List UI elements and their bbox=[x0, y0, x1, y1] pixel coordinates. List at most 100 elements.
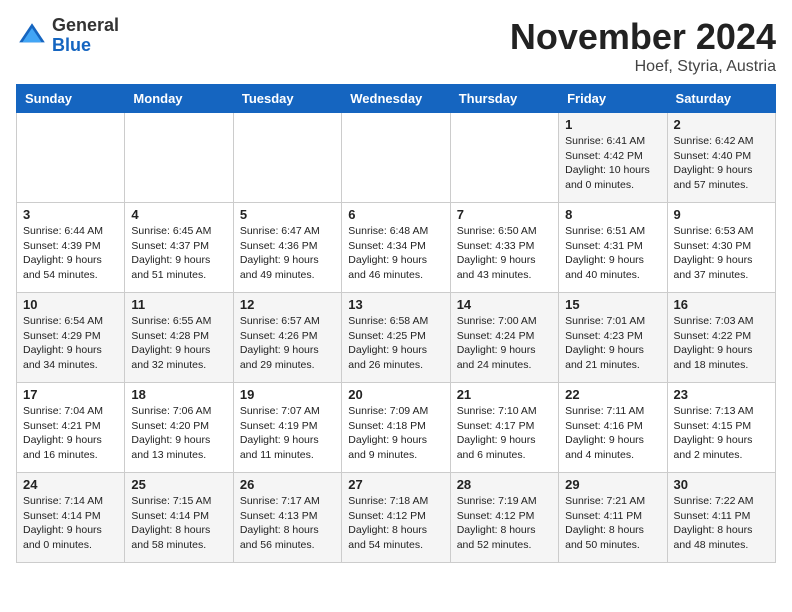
day-cell: 16 Sunrise: 7:03 AM Sunset: 4:22 PM Dayli… bbox=[667, 293, 775, 383]
day-detail: Sunrise: 7:10 AM Sunset: 4:17 PM Dayligh… bbox=[457, 404, 552, 463]
day-number: 17 bbox=[23, 387, 118, 402]
day-detail: Sunrise: 6:47 AM Sunset: 4:36 PM Dayligh… bbox=[240, 224, 335, 283]
week-row-1: 1Sunrise: 6:41 AM Sunset: 4:42 PM Daylig… bbox=[17, 113, 776, 203]
header-tuesday: Tuesday bbox=[233, 85, 341, 113]
day-number: 15 bbox=[565, 297, 660, 312]
day-number: 21 bbox=[457, 387, 552, 402]
day-number: 4 bbox=[131, 207, 226, 222]
day-cell: 30 Sunrise: 7:22 AM Sunset: 4:11 PM Dayli… bbox=[667, 473, 775, 563]
day-cell: 24 Sunrise: 7:14 AM Sunset: 4:14 PM Dayli… bbox=[17, 473, 125, 563]
day-cell: 10Sunrise: 6:54 AM Sunset: 4:29 PM Dayli… bbox=[17, 293, 125, 383]
day-cell: 23Sunrise: 7:13 AM Sunset: 4:15 PM Dayli… bbox=[667, 383, 775, 473]
day-detail: Sunrise: 6:50 AM Sunset: 4:33 PM Dayligh… bbox=[457, 224, 552, 283]
day-cell bbox=[342, 113, 450, 203]
day-cell: 28 Sunrise: 7:19 AM Sunset: 4:12 PM Dayli… bbox=[450, 473, 558, 563]
day-detail: Sunrise: 6:45 AM Sunset: 4:37 PM Dayligh… bbox=[131, 224, 226, 283]
day-detail: Sunrise: 7:22 AM Sunset: 4:11 PM Dayligh… bbox=[674, 494, 769, 553]
day-number: 24 bbox=[23, 477, 118, 492]
day-cell: 26 Sunrise: 7:17 AM Sunset: 4:13 PM Dayli… bbox=[233, 473, 341, 563]
day-number: 14 bbox=[457, 297, 552, 312]
day-number: 28 bbox=[457, 477, 552, 492]
header-monday: Monday bbox=[125, 85, 233, 113]
header-saturday: Saturday bbox=[667, 85, 775, 113]
day-number: 29 bbox=[565, 477, 660, 492]
day-detail: Sunrise: 7:17 AM Sunset: 4:13 PM Dayligh… bbox=[240, 494, 335, 553]
day-number: 27 bbox=[348, 477, 443, 492]
day-number: 2 bbox=[674, 117, 769, 132]
day-detail: Sunrise: 6:53 AM Sunset: 4:30 PM Dayligh… bbox=[674, 224, 769, 283]
day-number: 18 bbox=[131, 387, 226, 402]
day-detail: Sunrise: 6:51 AM Sunset: 4:31 PM Dayligh… bbox=[565, 224, 660, 283]
day-number: 8 bbox=[565, 207, 660, 222]
day-cell bbox=[450, 113, 558, 203]
day-cell bbox=[233, 113, 341, 203]
day-detail: Sunrise: 7:03 AM Sunset: 4:22 PM Dayligh… bbox=[674, 314, 769, 373]
day-cell: 27 Sunrise: 7:18 AM Sunset: 4:12 PM Dayli… bbox=[342, 473, 450, 563]
day-cell: 17 Sunrise: 7:04 AM Sunset: 4:21 PM Dayli… bbox=[17, 383, 125, 473]
day-cell: 7 Sunrise: 6:50 AM Sunset: 4:33 PM Daylig… bbox=[450, 203, 558, 293]
day-detail: Sunrise: 7:00 AM Sunset: 4:24 PM Dayligh… bbox=[457, 314, 552, 373]
week-row-3: 10Sunrise: 6:54 AM Sunset: 4:29 PM Dayli… bbox=[17, 293, 776, 383]
logo-general: General bbox=[52, 16, 119, 36]
day-cell: 8 Sunrise: 6:51 AM Sunset: 4:31 PM Daylig… bbox=[559, 203, 667, 293]
day-detail: Sunrise: 7:21 AM Sunset: 4:11 PM Dayligh… bbox=[565, 494, 660, 553]
day-number: 26 bbox=[240, 477, 335, 492]
day-number: 13 bbox=[348, 297, 443, 312]
title-area: November 2024 Hoef, Styria, Austria bbox=[510, 16, 776, 76]
logo-icon bbox=[16, 20, 48, 52]
day-number: 11 bbox=[131, 297, 226, 312]
calendar-table: SundayMondayTuesdayWednesdayThursdayFrid… bbox=[16, 84, 776, 563]
logo-blue: Blue bbox=[52, 36, 119, 56]
day-detail: Sunrise: 7:04 AM Sunset: 4:21 PM Dayligh… bbox=[23, 404, 118, 463]
day-detail: Sunrise: 7:14 AM Sunset: 4:14 PM Dayligh… bbox=[23, 494, 118, 553]
day-cell: 25Sunrise: 7:15 AM Sunset: 4:14 PM Dayli… bbox=[125, 473, 233, 563]
day-number: 1 bbox=[565, 117, 660, 132]
day-detail: Sunrise: 7:06 AM Sunset: 4:20 PM Dayligh… bbox=[131, 404, 226, 463]
day-cell: 29 Sunrise: 7:21 AM Sunset: 4:11 PM Dayli… bbox=[559, 473, 667, 563]
week-row-4: 17 Sunrise: 7:04 AM Sunset: 4:21 PM Dayli… bbox=[17, 383, 776, 473]
header: General Blue November 2024 Hoef, Styria,… bbox=[16, 16, 776, 76]
header-wednesday: Wednesday bbox=[342, 85, 450, 113]
day-number: 7 bbox=[457, 207, 552, 222]
day-detail: Sunrise: 7:09 AM Sunset: 4:18 PM Dayligh… bbox=[348, 404, 443, 463]
day-number: 22 bbox=[565, 387, 660, 402]
day-detail: Sunrise: 7:11 AM Sunset: 4:16 PM Dayligh… bbox=[565, 404, 660, 463]
day-cell: 15 Sunrise: 7:01 AM Sunset: 4:23 PM Dayli… bbox=[559, 293, 667, 383]
day-detail: Sunrise: 7:13 AM Sunset: 4:15 PM Dayligh… bbox=[674, 404, 769, 463]
month-title: November 2024 bbox=[510, 16, 776, 58]
day-detail: Sunrise: 7:19 AM Sunset: 4:12 PM Dayligh… bbox=[457, 494, 552, 553]
day-detail: Sunrise: 6:58 AM Sunset: 4:25 PM Dayligh… bbox=[348, 314, 443, 373]
day-number: 16 bbox=[674, 297, 769, 312]
day-detail: Sunrise: 7:01 AM Sunset: 4:23 PM Dayligh… bbox=[565, 314, 660, 373]
day-detail: Sunrise: 6:57 AM Sunset: 4:26 PM Dayligh… bbox=[240, 314, 335, 373]
day-number: 19 bbox=[240, 387, 335, 402]
day-cell: 12 Sunrise: 6:57 AM Sunset: 4:26 PM Dayli… bbox=[233, 293, 341, 383]
day-cell: 14 Sunrise: 7:00 AM Sunset: 4:24 PM Dayli… bbox=[450, 293, 558, 383]
day-number: 10 bbox=[23, 297, 118, 312]
day-number: 25 bbox=[131, 477, 226, 492]
header-thursday: Thursday bbox=[450, 85, 558, 113]
day-detail: Sunrise: 6:48 AM Sunset: 4:34 PM Dayligh… bbox=[348, 224, 443, 283]
day-cell: 19Sunrise: 7:07 AM Sunset: 4:19 PM Dayli… bbox=[233, 383, 341, 473]
header-sunday: Sunday bbox=[17, 85, 125, 113]
day-cell: 18 Sunrise: 7:06 AM Sunset: 4:20 PM Dayli… bbox=[125, 383, 233, 473]
day-cell bbox=[125, 113, 233, 203]
day-detail: Sunrise: 6:44 AM Sunset: 4:39 PM Dayligh… bbox=[23, 224, 118, 283]
day-detail: Sunrise: 7:18 AM Sunset: 4:12 PM Dayligh… bbox=[348, 494, 443, 553]
day-number: 3 bbox=[23, 207, 118, 222]
day-cell bbox=[17, 113, 125, 203]
day-number: 30 bbox=[674, 477, 769, 492]
day-cell: 20Sunrise: 7:09 AM Sunset: 4:18 PM Dayli… bbox=[342, 383, 450, 473]
header-friday: Friday bbox=[559, 85, 667, 113]
day-cell: 2Sunrise: 6:42 AM Sunset: 4:40 PM Daylig… bbox=[667, 113, 775, 203]
day-cell: 9 Sunrise: 6:53 AM Sunset: 4:30 PM Daylig… bbox=[667, 203, 775, 293]
logo: General Blue bbox=[16, 16, 119, 56]
week-row-2: 3 Sunrise: 6:44 AM Sunset: 4:39 PM Daylig… bbox=[17, 203, 776, 293]
day-cell: 22 Sunrise: 7:11 AM Sunset: 4:16 PM Dayli… bbox=[559, 383, 667, 473]
day-cell: 6 Sunrise: 6:48 AM Sunset: 4:34 PM Daylig… bbox=[342, 203, 450, 293]
day-number: 9 bbox=[674, 207, 769, 222]
day-number: 6 bbox=[348, 207, 443, 222]
day-cell: 1Sunrise: 6:41 AM Sunset: 4:42 PM Daylig… bbox=[559, 113, 667, 203]
day-number: 12 bbox=[240, 297, 335, 312]
day-cell: 13 Sunrise: 6:58 AM Sunset: 4:25 PM Dayli… bbox=[342, 293, 450, 383]
